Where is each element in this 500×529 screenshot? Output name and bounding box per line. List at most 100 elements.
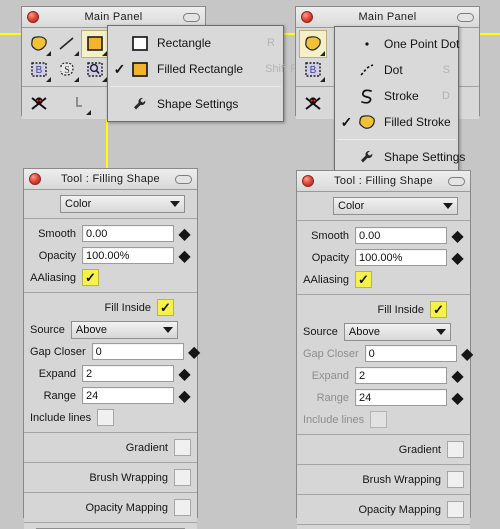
expand-input[interactable]: 2: [82, 365, 174, 382]
right-tool-panel[interactable]: Tool : Filling Shape Color Smooth 0.00 ◆…: [296, 170, 474, 529]
gap-closer-stepper[interactable]: ◆: [188, 342, 201, 362]
mode-dropdown[interactable]: Color: [60, 195, 185, 213]
opacity-mapping-checkbox[interactable]: [447, 501, 464, 518]
include-lines-checkbox[interactable]: [97, 409, 115, 426]
right-brush-wrapping-section: Brush Wrapping: [297, 465, 470, 495]
bitmap-selection-tool[interactable]: B: [26, 57, 52, 83]
menu-item-dot[interactable]: Dot S: [335, 57, 458, 83]
brush-wrapping-checkbox[interactable]: [447, 471, 464, 488]
line-tool[interactable]: [54, 31, 80, 57]
range-input[interactable]: 24: [355, 389, 447, 406]
gap-closer-stepper[interactable]: ◆: [461, 344, 474, 364]
expand-label: Expand: [38, 367, 76, 380]
skull-tool[interactable]: [300, 90, 326, 116]
aaliasing-checkbox[interactable]: ✓: [355, 271, 372, 288]
expand-stepper[interactable]: ◆: [178, 364, 191, 384]
menu-item-label: Rectangle: [157, 36, 212, 50]
menu-item-stroke[interactable]: Stroke D: [335, 83, 458, 109]
smooth-input[interactable]: 0.00: [82, 225, 174, 242]
smooth-stepper[interactable]: ◆: [178, 224, 191, 244]
close-dot-icon[interactable]: [29, 173, 41, 185]
smooth-input[interactable]: 0.00: [355, 227, 447, 244]
menu-item-label: Shape Settings: [157, 97, 239, 111]
include-lines-label: Include lines: [303, 413, 365, 426]
include-lines-checkbox[interactable]: [370, 411, 388, 428]
expand-row: Expand 2 ◆: [303, 366, 464, 385]
gradient-checkbox[interactable]: [447, 441, 464, 458]
bitmap-selection-tool[interactable]: B: [300, 57, 326, 83]
range-input[interactable]: 24: [82, 387, 174, 404]
menu-item-rectangle[interactable]: Rectangle R: [108, 30, 283, 56]
chevron-down-icon: [435, 328, 446, 335]
gap-closer-label: Gap Closer: [303, 347, 359, 360]
filled-stroke-tool[interactable]: [299, 30, 327, 58]
left-shape-menu[interactable]: Rectangle R ✓ Filled Rectangle Shift R S…: [107, 25, 298, 122]
brush-wrapping-checkbox[interactable]: [174, 469, 191, 486]
menu-separator: [337, 139, 456, 140]
mode-dropdown[interactable]: Color: [333, 197, 458, 215]
opacity-input[interactable]: 100.00%: [82, 247, 174, 264]
right-tool-panel-titlebar[interactable]: Tool : Filling Shape: [297, 171, 470, 192]
left-tool-panel[interactable]: Tool : Filling Shape Color Smooth 0.00 ◆…: [23, 168, 201, 529]
minimize-icon[interactable]: [175, 174, 192, 184]
expand-stepper[interactable]: ◆: [451, 366, 464, 386]
smooth-stepper[interactable]: ◆: [451, 226, 464, 246]
opacity-input[interactable]: 100.00%: [355, 249, 447, 266]
close-dot-icon[interactable]: [301, 11, 313, 23]
filled-stroke-tool[interactable]: [26, 31, 52, 57]
opacity-label: Opacity: [38, 249, 76, 262]
source-dropdown[interactable]: Above: [70, 320, 178, 339]
corner-tool[interactable]: [66, 90, 92, 116]
expand-input[interactable]: 2: [355, 367, 447, 384]
aaliasing-label: AAliasing: [303, 273, 349, 286]
fill-inside-checkbox[interactable]: ✓: [157, 299, 174, 316]
left-tool-panel-titlebar[interactable]: Tool : Filling Shape: [24, 169, 197, 190]
magnifier-selection-tool[interactable]: [82, 57, 108, 83]
chevron-down-icon: [162, 326, 173, 333]
close-dot-icon[interactable]: [302, 175, 314, 187]
aaliasing-checkbox[interactable]: ✓: [82, 269, 99, 286]
brush-wrapping-label: Brush Wrapping: [362, 473, 441, 486]
menu-item-filled-rectangle[interactable]: ✓ Filled Rectangle Shift R: [108, 56, 298, 82]
minimize-icon[interactable]: [183, 12, 200, 22]
gap-closer-input[interactable]: 0: [91, 343, 184, 360]
script-selection-tool[interactable]: S: [54, 57, 80, 83]
minimize-icon[interactable]: [448, 176, 465, 186]
dot-trail-icon: [354, 62, 380, 79]
right-shape-menu[interactable]: One Point Dot Dot S Stroke D ✓ Filled St…: [334, 26, 465, 175]
mode-dropdown-value: Color: [65, 198, 92, 210]
close-dot-icon[interactable]: [27, 11, 39, 23]
gradient-checkbox[interactable]: [174, 439, 191, 456]
menu-item-filled-stroke[interactable]: ✓ Filled Stroke: [335, 109, 458, 135]
skull-tool[interactable]: [26, 90, 52, 116]
menu-item-shape-settings[interactable]: Shape Settings: [108, 91, 283, 117]
opacity-mapping-checkbox[interactable]: [174, 499, 191, 516]
gap-closer-input[interactable]: 0: [364, 345, 457, 362]
fill-inside-row: Fill Inside ✓: [303, 300, 464, 319]
range-stepper[interactable]: ◆: [178, 386, 191, 406]
tool-submenu-corner-icon: [86, 110, 91, 115]
menu-item-shape-settings[interactable]: Shape Settings: [335, 144, 465, 170]
left-basic-section: Smooth 0.00 ◆ Opacity 100.00% ◆ AAliasin…: [24, 219, 197, 293]
opacity-row: Opacity 100.00% ◆: [30, 246, 191, 265]
menu-item-one-point-dot[interactable]: One Point Dot: [335, 31, 459, 57]
filled-rectangle-icon: [127, 61, 153, 78]
menu-item-label: Filled Rectangle: [157, 62, 244, 76]
minimize-icon[interactable]: [457, 12, 474, 22]
source-label: Source: [303, 325, 338, 338]
opacity-mapping-row: Opacity Mapping: [30, 498, 191, 517]
fill-inside-checkbox[interactable]: ✓: [430, 301, 447, 318]
right-main-panel-titlebar[interactable]: Main Panel: [296, 7, 479, 28]
svg-text:B: B: [36, 65, 43, 76]
fill-inside-row: Fill Inside ✓: [30, 298, 191, 317]
filled-rectangle-tool[interactable]: [81, 30, 109, 58]
range-row: Range 24 ◆: [30, 386, 191, 405]
opacity-mapping-label: Opacity Mapping: [85, 501, 168, 514]
opacity-stepper[interactable]: ◆: [451, 248, 464, 268]
empty-rectangle-icon: [127, 35, 153, 52]
source-dropdown[interactable]: Above: [343, 322, 451, 341]
range-stepper[interactable]: ◆: [451, 388, 464, 408]
opacity-stepper[interactable]: ◆: [178, 246, 191, 266]
app-canvas: Main Panel B S Rectangle R ✓ Filled Rect…: [0, 0, 500, 529]
brush-wrapping-row: Brush Wrapping: [30, 468, 191, 487]
